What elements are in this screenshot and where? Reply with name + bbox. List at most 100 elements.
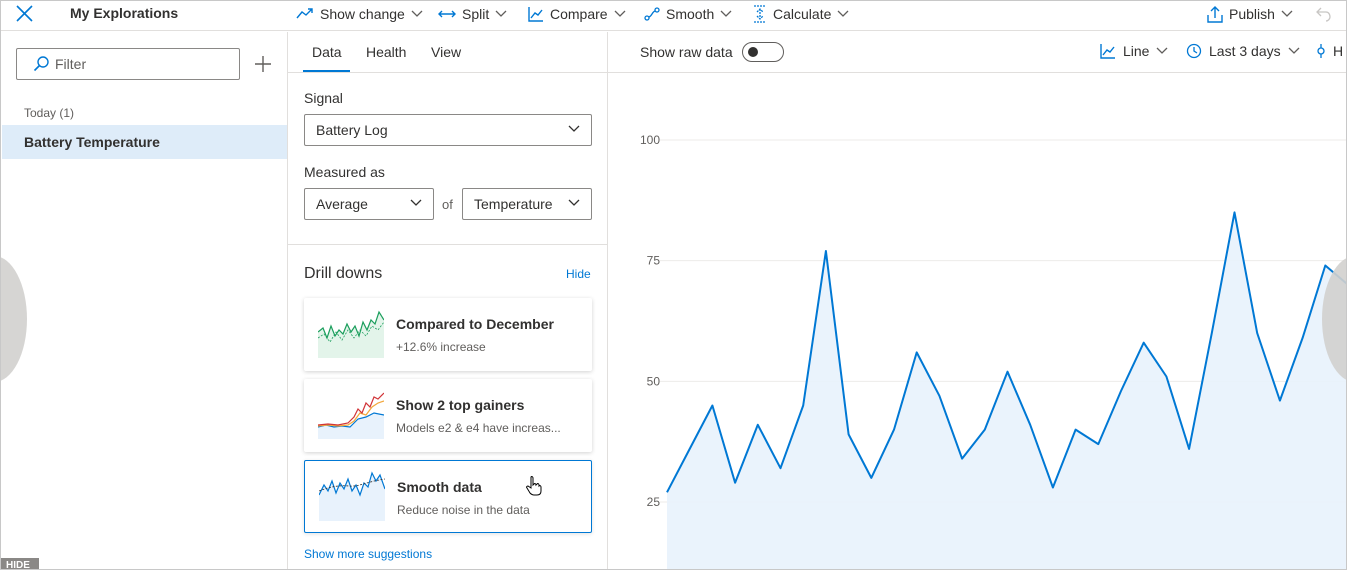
smooth-sparkline-icon: [319, 471, 385, 521]
line-chart-icon: [1100, 44, 1115, 59]
filter-input[interactable]: [55, 56, 225, 72]
y-tick-label: 25: [647, 495, 661, 509]
data-point[interactable]: [1095, 441, 1101, 447]
calculate-button[interactable]: Calculate: [753, 3, 849, 25]
tab-view[interactable]: View: [431, 44, 461, 60]
chevron-down-icon: [495, 10, 507, 17]
suggestion-card[interactable]: Show 2 top gainers Models e2 & e4 have i…: [304, 379, 592, 452]
data-point[interactable]: [1073, 427, 1079, 433]
chevron-down-icon: [720, 10, 732, 17]
compare-sparkline-icon: [318, 310, 384, 358]
configuration-pane: Data Health View Signal Battery Log Meas…: [288, 32, 608, 569]
section-divider: [288, 244, 607, 245]
y-tick-label: 75: [647, 254, 661, 268]
smooth-button[interactable]: Smooth: [644, 3, 732, 25]
exploration-item[interactable]: Battery Temperature: [2, 125, 287, 159]
app-title: My Explorations: [70, 5, 179, 21]
data-point[interactable]: [732, 480, 738, 486]
collapse-handle[interactable]: [1, 256, 27, 382]
tab-data[interactable]: Data: [312, 44, 342, 60]
card-subtitle: Reduce noise in the data: [397, 503, 530, 517]
close-icon[interactable]: [13, 3, 35, 25]
data-point[interactable]: [1300, 335, 1306, 341]
search-icon: [33, 56, 49, 72]
hide-pane-button[interactable]: HIDE: [1, 558, 39, 569]
field-dropdown[interactable]: Temperature: [462, 188, 592, 220]
line-chart[interactable]: 25 50 75 100: [608, 74, 1347, 570]
publish-button[interactable]: Publish: [1207, 3, 1293, 25]
chevron-down-icon: [1288, 47, 1300, 54]
signal-value: Battery Log: [316, 122, 388, 138]
filter-box[interactable]: [16, 48, 240, 80]
undo-button[interactable]: [1316, 3, 1332, 25]
show-raw-data-label: Show raw data: [640, 44, 733, 60]
chart-pane: Show raw data Line Last 3 days H 25 50 75 1…: [608, 32, 1347, 570]
data-point[interactable]: [709, 402, 715, 408]
smooth-label: Smooth: [666, 6, 715, 22]
data-point[interactable]: [1141, 340, 1147, 346]
of-label: of: [442, 197, 453, 212]
chevron-down-icon: [568, 199, 580, 206]
add-exploration-button[interactable]: [253, 54, 273, 74]
raw-data-toggle[interactable]: [742, 42, 784, 62]
cut-off-label: H: [1333, 43, 1344, 59]
data-point[interactable]: [982, 427, 988, 433]
split-button[interactable]: Split: [438, 3, 507, 25]
signal-dropdown[interactable]: Battery Log: [304, 114, 592, 146]
data-point[interactable]: [914, 349, 920, 355]
gainers-sparkline-icon: [318, 392, 384, 439]
data-point[interactable]: [1163, 374, 1169, 380]
suggestion-card[interactable]: Smooth data Reduce noise in the data: [304, 460, 592, 533]
data-point[interactable]: [1005, 369, 1011, 375]
group-label: Today (1): [24, 106, 75, 120]
publish-label: Publish: [1229, 6, 1275, 22]
top-toolbar: My Explorations Show change Split Compar…: [1, 1, 1346, 31]
compare-button[interactable]: Compare: [528, 3, 626, 25]
aggregation-value: Average: [316, 196, 368, 212]
suggestion-card[interactable]: Compared to December +12.6% increase: [304, 298, 592, 371]
show-change-label: Show change: [320, 6, 405, 22]
chevron-down-icon: [410, 199, 422, 206]
data-point[interactable]: [1254, 330, 1260, 336]
split-label: Split: [462, 6, 490, 22]
data-point[interactable]: [755, 422, 761, 428]
app-window: My Explorations Show change Split Compar…: [0, 0, 1347, 570]
data-point[interactable]: [1322, 262, 1328, 268]
show-more-suggestions-link[interactable]: Show more suggestions: [304, 547, 432, 561]
data-point[interactable]: [846, 431, 852, 437]
data-point[interactable]: [936, 393, 942, 399]
chevron-down-icon: [614, 10, 626, 17]
data-point[interactable]: [664, 489, 670, 495]
split-arrows-icon: [438, 10, 456, 18]
data-point[interactable]: [778, 465, 784, 471]
data-point[interactable]: [1027, 422, 1033, 428]
cut-off-button[interactable]: H: [1316, 43, 1343, 59]
data-point[interactable]: [1050, 485, 1056, 491]
hand-cursor-icon: [526, 476, 542, 496]
data-point[interactable]: [1209, 330, 1215, 336]
data-point[interactable]: [1186, 446, 1192, 452]
data-point[interactable]: [800, 402, 806, 408]
data-point[interactable]: [959, 456, 965, 462]
data-point[interactable]: [823, 248, 829, 254]
y-tick-label: 100: [640, 133, 660, 147]
y-tick-label: 50: [647, 374, 661, 388]
card-subtitle: Models e2 & e4 have increas...: [396, 421, 561, 435]
chart-type-dropdown[interactable]: Line: [1100, 43, 1168, 59]
drill-downs-title: Drill downs: [304, 265, 383, 282]
data-point[interactable]: [1232, 209, 1238, 215]
time-range-dropdown[interactable]: Last 3 days: [1186, 43, 1300, 59]
toggle-knob: [748, 47, 758, 57]
show-change-button[interactable]: Show change: [296, 3, 423, 25]
data-point[interactable]: [687, 446, 693, 452]
signal-label: Signal: [304, 90, 343, 106]
data-point[interactable]: [1118, 388, 1124, 394]
data-point[interactable]: [1277, 398, 1283, 404]
chart-type-label: Line: [1123, 43, 1150, 59]
tab-health[interactable]: Health: [366, 44, 406, 60]
aggregation-dropdown[interactable]: Average: [304, 188, 434, 220]
hide-drill-downs-link[interactable]: Hide: [566, 267, 591, 281]
data-point[interactable]: [891, 427, 897, 433]
data-point[interactable]: [868, 475, 874, 481]
calculate-icon: [754, 5, 766, 23]
